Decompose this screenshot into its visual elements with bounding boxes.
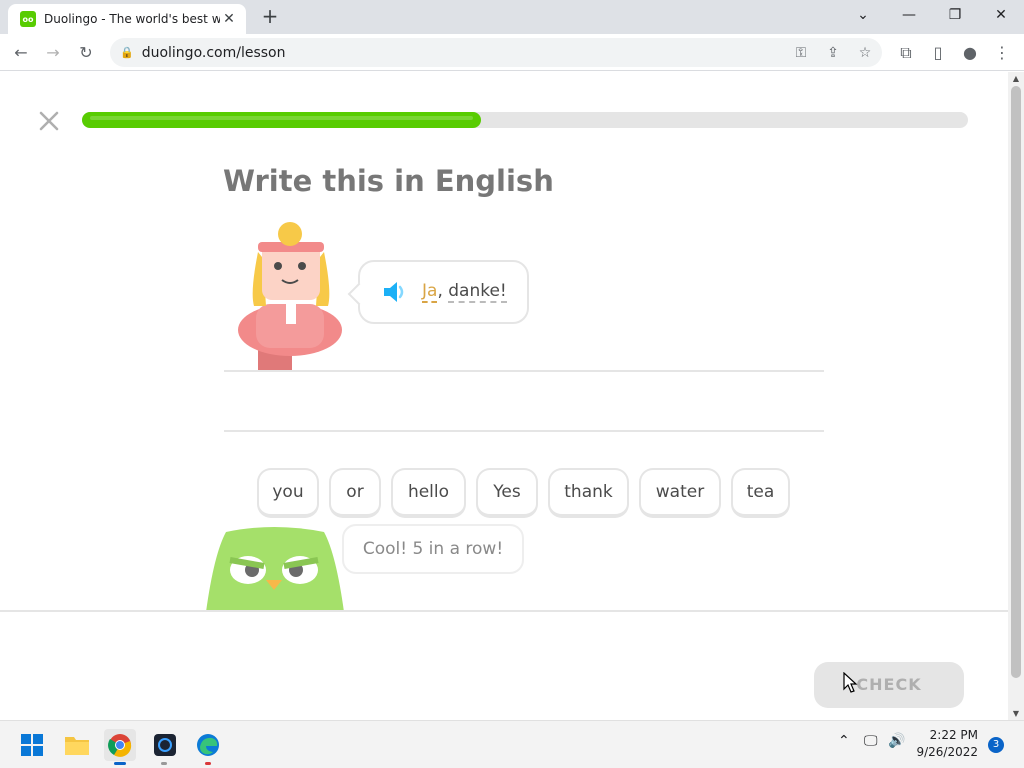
word-tile[interactable]: Yes — [476, 468, 538, 518]
character-icon — [238, 222, 342, 372]
clock-time: 2:22 PM — [929, 728, 978, 742]
back-icon[interactable]: ← — [8, 40, 34, 66]
browser-tab[interactable]: oo Duolingo - The world's best way ✕ — [8, 4, 246, 34]
chrome-active-indicator — [114, 762, 126, 765]
share-icon[interactable]: ⇪ — [820, 40, 846, 66]
new-tab-button[interactable]: + — [258, 5, 282, 29]
volume-icon[interactable]: 🔊 — [888, 733, 905, 749]
window-close-button[interactable]: ✕ — [978, 0, 1024, 30]
tab-title: Duolingo - The world's best way — [44, 12, 220, 26]
clock-date: 9/26/2022 — [916, 745, 978, 759]
check-button[interactable]: CHECK — [814, 662, 964, 708]
word-tile[interactable]: thank — [548, 468, 629, 518]
clock[interactable]: 2:22 PM 9/26/2022 — [904, 727, 978, 761]
footer-divider — [0, 610, 1008, 612]
foreign-phrase: Ja, danke! — [422, 281, 507, 303]
lesson-progress-bar — [82, 112, 968, 128]
word-bank: you or hello Yes thank water tea — [0, 468, 1008, 518]
mouse-cursor-icon — [843, 672, 858, 693]
challenge-prompt: Write this in English — [223, 164, 554, 198]
url-text: duolingo.com/lesson — [141, 44, 286, 61]
lock-icon: 🔒 — [120, 46, 134, 59]
file-explorer-icon[interactable] — [61, 729, 93, 761]
restore-button[interactable]: ❐ — [932, 0, 978, 30]
duo-owl-icon — [206, 527, 344, 612]
minimize-button[interactable]: — — [886, 0, 932, 30]
phrase-separator: , — [437, 281, 449, 301]
notification-badge[interactable]: 3 — [988, 737, 1004, 753]
speech-bubble: Ja, danke! — [347, 260, 529, 324]
menu-icon[interactable]: ⋮ — [989, 40, 1015, 66]
close-lesson-icon[interactable] — [36, 108, 62, 134]
tray-overflow-icon[interactable]: ⌃ — [838, 733, 850, 749]
answer-line-2[interactable] — [224, 430, 824, 432]
side-panel-icon[interactable]: ▯ — [925, 40, 951, 66]
extensions-icon[interactable]: ⧉ — [893, 40, 919, 66]
page-scrollbar[interactable]: ▲ ▼ — [1008, 72, 1024, 720]
edge-icon[interactable] — [192, 729, 224, 761]
forward-icon[interactable]: → — [40, 40, 66, 66]
scroll-up-icon[interactable]: ▲ — [1008, 74, 1024, 83]
tab-strip: oo Duolingo - The world's best way ✕ + ⌄… — [0, 0, 1024, 34]
phrase-word-ja[interactable]: Ja — [422, 281, 438, 303]
app-running-indicator — [161, 762, 167, 765]
start-icon[interactable] — [16, 729, 48, 761]
windows-taskbar: ⌃ 🖵 🔊 2:22 PM 9/26/2022 3 — [0, 720, 1024, 768]
browser-toolbar: ← → ↻ 🔒 duolingo.com/lesson ⚿ ⇪ ☆ ⧉ ▯ ● … — [0, 34, 1024, 71]
edge-indicator — [205, 762, 211, 765]
app-icon[interactable] — [149, 729, 181, 761]
bookmark-star-icon[interactable]: ☆ — [852, 40, 878, 66]
word-tile[interactable]: water — [639, 468, 721, 518]
streak-message: Cool! 5 in a row! — [342, 524, 524, 574]
answer-line-1[interactable] — [224, 370, 824, 372]
key-icon[interactable]: ⚿ — [788, 40, 814, 66]
address-bar[interactable]: 🔒 duolingo.com/lesson ⚿ ⇪ ☆ — [110, 38, 882, 67]
lesson-page: Write this in English Ja, danke! you or … — [0, 72, 1008, 720]
word-tile[interactable]: hello — [391, 468, 466, 518]
word-tile[interactable]: you — [257, 468, 319, 518]
duolingo-favicon-icon: oo — [20, 11, 36, 27]
word-tile[interactable]: tea — [731, 468, 790, 518]
progress-fill — [82, 112, 481, 128]
scroll-down-icon[interactable]: ▼ — [1008, 709, 1024, 718]
word-tile[interactable]: or — [329, 468, 381, 518]
profile-icon[interactable]: ● — [957, 40, 983, 66]
network-icon[interactable]: 🖵 — [864, 733, 878, 749]
phrase-word-danke[interactable]: danke! — [448, 281, 507, 303]
tab-search-icon[interactable]: ⌄ — [840, 0, 886, 30]
tab-close-icon[interactable]: ✕ — [220, 11, 238, 27]
scrollbar-thumb[interactable] — [1011, 86, 1021, 678]
reload-icon[interactable]: ↻ — [73, 40, 99, 66]
speaker-icon[interactable] — [382, 280, 408, 304]
chrome-icon[interactable] — [104, 729, 136, 761]
